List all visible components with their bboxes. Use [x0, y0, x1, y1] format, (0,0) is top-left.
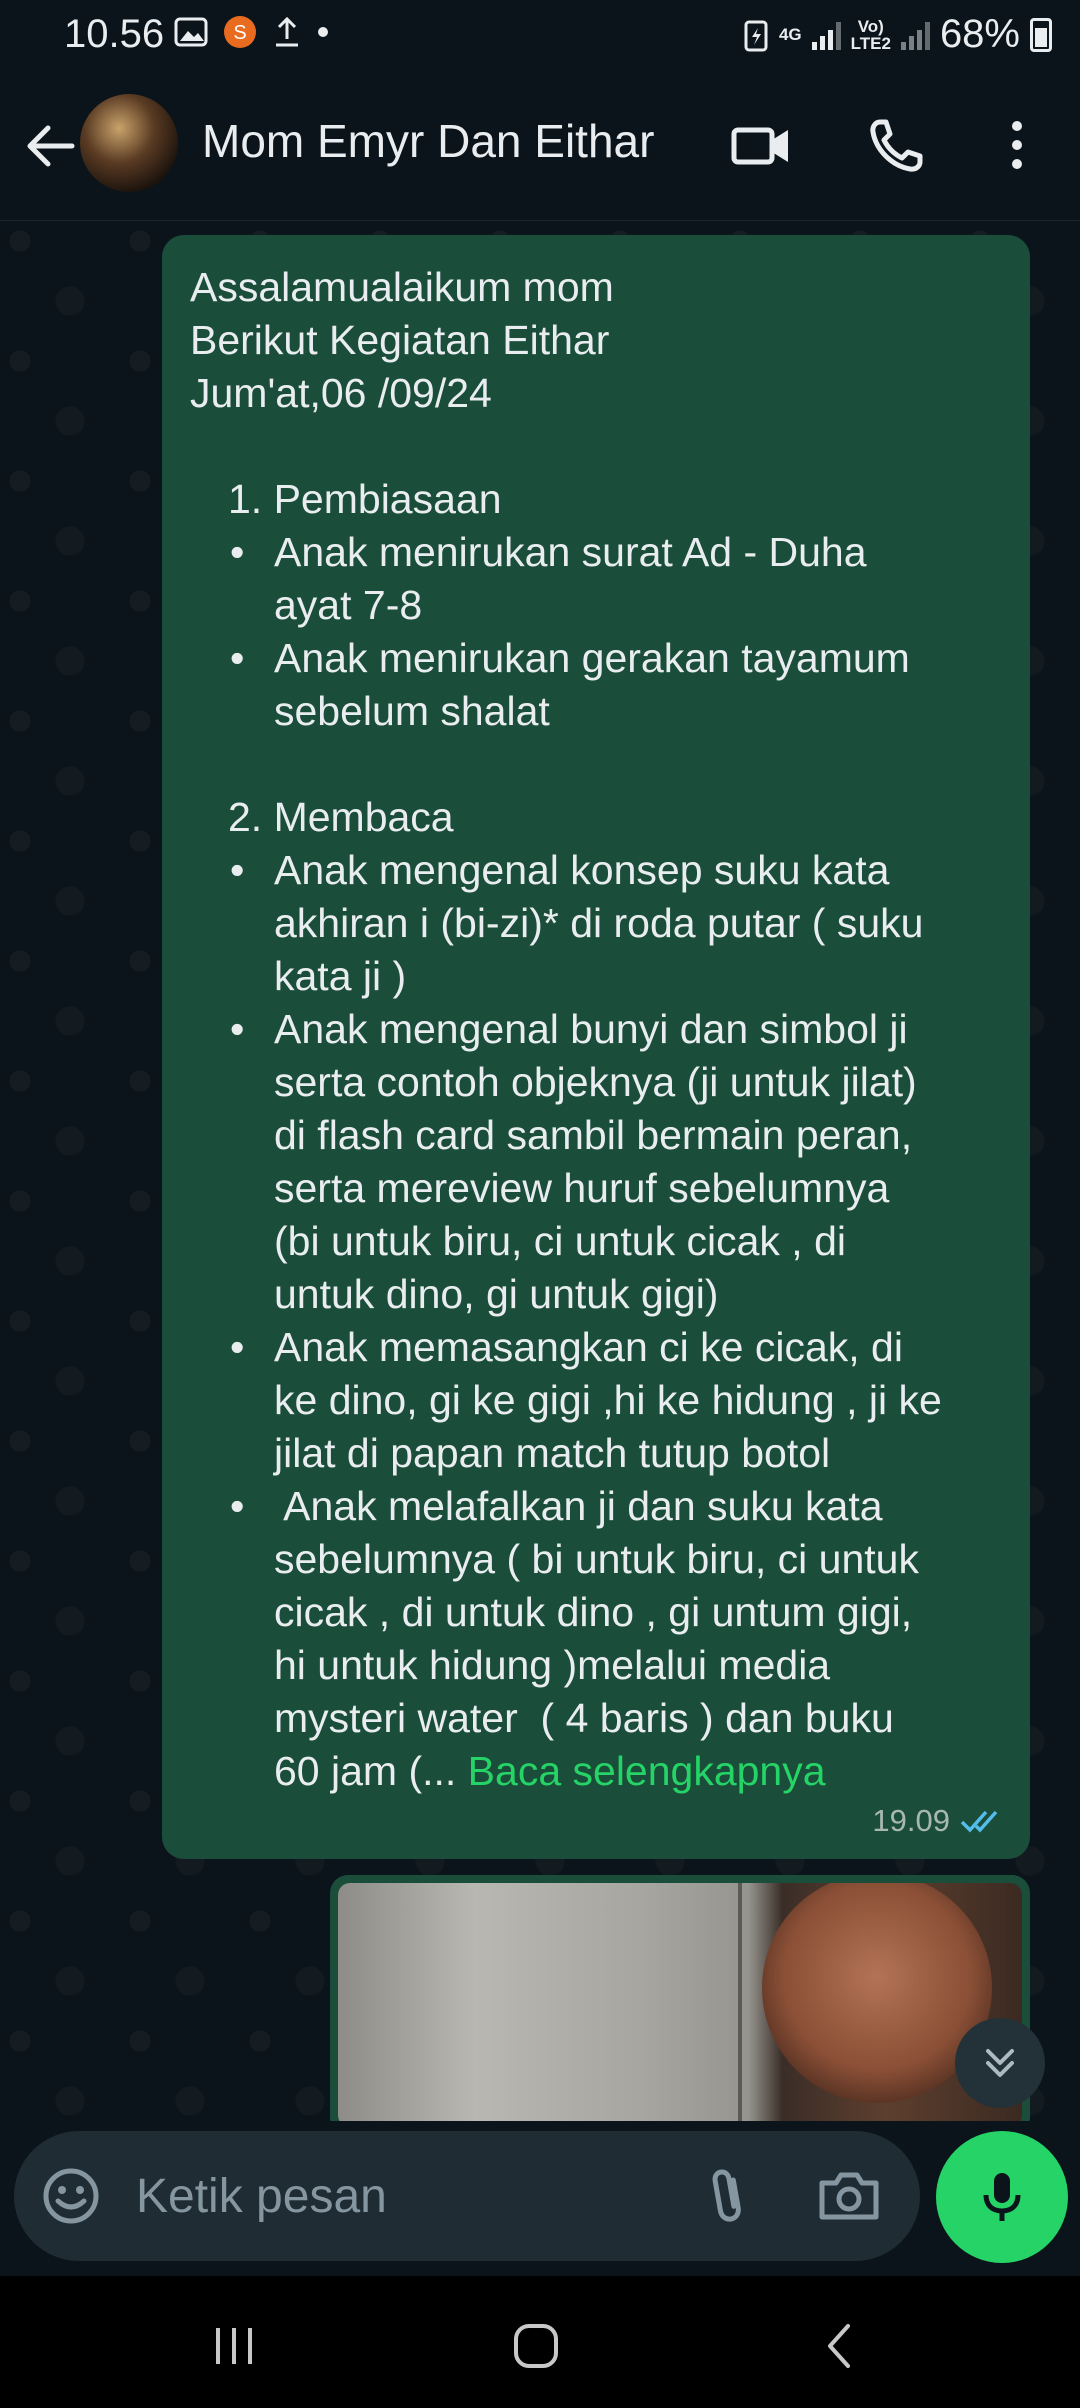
dot-icon [318, 27, 328, 37]
chat-area[interactable]: Assalamualaikum mom Berikut Kegiatan Eit… [0, 221, 1080, 2121]
signal-1-icon [811, 20, 841, 50]
back-arrow-icon[interactable] [18, 114, 82, 178]
message-input[interactable]: Ketik pesan [136, 2169, 387, 2224]
bullet-item: • Anak mengenal konsep suku kata akhiran … [230, 847, 924, 999]
contact-name[interactable]: Mom Emyr Dan Eithar [202, 114, 654, 168]
bullet-item: • Anak menirukan surat Ad - Duha ayat 7-8 [230, 529, 867, 628]
attach-icon[interactable] [694, 2161, 764, 2231]
network-volte: Vo) LTE2 [850, 16, 891, 53]
read-more-link[interactable]: Baca selengkapnya [468, 1748, 826, 1794]
network-4g: 4G [778, 25, 802, 44]
message-line: Jum'at,06 /09/24 [190, 370, 492, 416]
message-line: Assalamualaikum mom [190, 264, 614, 310]
last-line: 60 jam (... [274, 1748, 468, 1794]
signal-2-icon [900, 20, 930, 50]
bullet-item: • Anak mengenal bunyi dan simbol ji serta… [230, 1006, 917, 1317]
bullet-item: • Anak melafalkan ji dan suku kata sebel… [230, 1483, 919, 1794]
message-field[interactable]: Ketik pesan [14, 2131, 920, 2261]
message-input-bar: Ketik pesan [0, 2121, 1080, 2276]
section-title: 2. Membaca [228, 794, 454, 840]
status-time: 10.56 [64, 12, 165, 56]
read-ticks-icon [960, 1810, 998, 1833]
upload-icon [276, 16, 298, 47]
gallery-icon [174, 17, 208, 47]
recent-apps-icon[interactable] [204, 2316, 264, 2376]
contact-avatar[interactable] [80, 94, 178, 192]
bullet-item: • Anak menirukan gerakan tayamum sebelum … [230, 635, 910, 734]
message-line: Berikut Kegiatan Eithar [190, 317, 610, 363]
battery-percent: 68% [939, 12, 1020, 56]
section-title: 1. Pembiasaan [228, 476, 502, 522]
status-notification-icons: S [174, 14, 330, 50]
video-call-icon[interactable] [726, 110, 796, 180]
voice-record-button[interactable] [936, 2131, 1068, 2263]
status-bar: 10.56 S 4G Vo) LTE2 68% [0, 0, 1080, 74]
emoji-icon[interactable] [40, 2165, 102, 2227]
photo-thumbnail[interactable] [338, 1883, 1022, 2121]
scroll-to-bottom-button[interactable] [955, 2018, 1045, 2108]
home-icon[interactable] [506, 2316, 566, 2376]
camera-icon[interactable] [814, 2161, 884, 2231]
message-bubble[interactable]: Assalamualaikum mom Berikut Kegiatan Eit… [162, 235, 1030, 1859]
shopee-icon: S [224, 16, 256, 48]
voice-call-icon[interactable] [862, 110, 932, 180]
more-options-icon[interactable] [982, 110, 1052, 180]
status-right: 4G Vo) LTE2 68% [743, 12, 1052, 57]
message-time: 19.09 [872, 1803, 950, 1838]
chat-header: Mom Emyr Dan Eithar [0, 74, 1080, 221]
back-nav-icon[interactable] [810, 2316, 870, 2376]
battery-saver-icon [744, 20, 768, 51]
message-meta: 19.09 [872, 1794, 1006, 1847]
image-message[interactable] [330, 1875, 1030, 2121]
bullet-item: • Anak memasangkan ci ke cicak, di ke din… [230, 1324, 942, 1476]
battery-icon [1030, 17, 1052, 52]
double-chevron-down-icon [986, 2049, 1014, 2077]
system-nav-bar [0, 2276, 1080, 2408]
svg-text:S: S [233, 22, 246, 44]
microphone-icon [983, 2173, 1021, 2221]
